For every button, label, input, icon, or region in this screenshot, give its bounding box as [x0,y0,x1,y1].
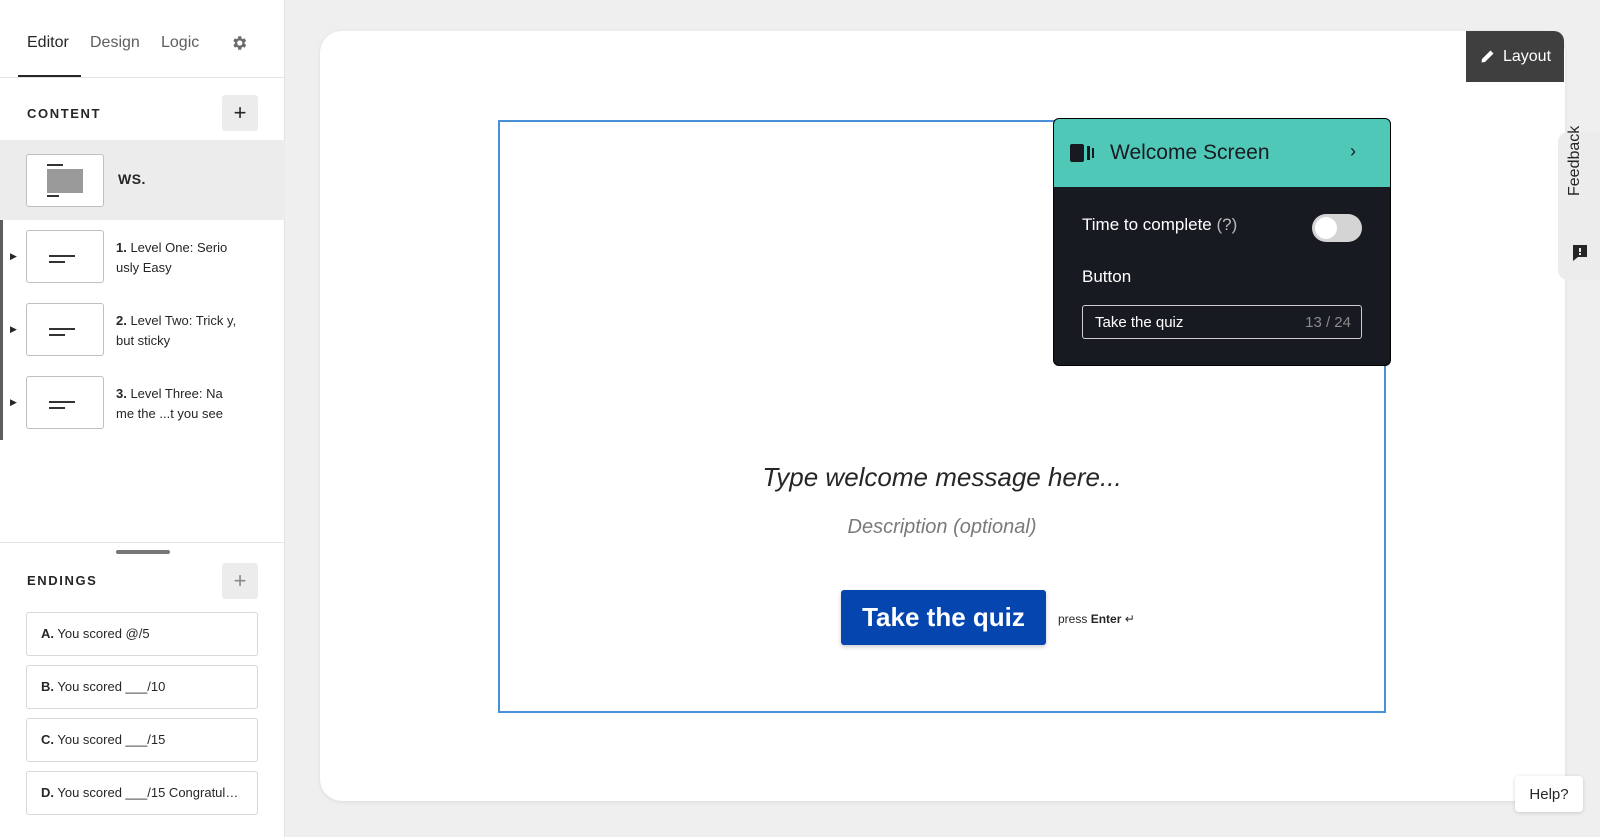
question-item-3[interactable]: ▶ 3. Level Three: Na me the ...t you see [0,366,285,438]
take-quiz-button[interactable]: Take the quiz [841,590,1046,645]
tab-design[interactable]: Design [90,34,140,52]
statement-thumbnail [26,230,104,283]
statement-thumbnail [26,303,104,356]
section-divider [0,542,285,543]
toggle-knob [1315,217,1337,239]
ending-item[interactable]: C. You scored ___/15 [26,718,258,762]
time-to-complete-label: Time to complete (?) [1082,215,1238,234]
tab-editor[interactable]: Editor [27,34,69,52]
welcome-screen-icon [1070,144,1094,162]
expand-arrow-icon[interactable]: ▶ [10,251,17,262]
sidebar-tabs: Editor Design Logic [0,0,285,78]
button-text-input[interactable]: Take the quiz 13 / 24 [1082,305,1362,339]
ending-item[interactable]: D. You scored ___/15 Congratula... [26,771,258,815]
time-to-complete-toggle[interactable] [1312,214,1362,242]
layout-button[interactable]: Layout [1466,31,1564,82]
statement-thumbnail [26,376,104,429]
question-title: 2. Level Two: Trick y, but sticky [116,313,237,348]
button-section-label: Button [1082,267,1132,286]
ending-item[interactable]: A. You scored @/5 [26,612,258,656]
gear-icon[interactable] [230,34,248,52]
question-item-1[interactable]: ▶ 1. Level One: Serio usly Easy [0,220,285,292]
feedback-label: Feedback [1566,125,1583,196]
welcome-screen-settings-popover: Welcome Screen › Time to complete (?) Bu… [1053,118,1391,366]
layout-button-label: Layout [1502,47,1552,65]
press-enter-hint: press Enter ↵ [1058,612,1135,626]
button-text-value: Take the quiz [1095,314,1184,331]
endings-section-label: ENDINGS [27,573,98,588]
tab-logic[interactable]: Logic [161,34,199,52]
resize-handle[interactable] [116,550,170,554]
welcome-screen-thumbnail [26,154,104,207]
question-title: 1. Level One: Serio usly Easy [116,240,228,275]
ending-item[interactable]: B. You scored ___/10 [26,665,258,709]
sidebar: Editor Design Logic CONTENT + WS. ▶ 1. L… [0,0,285,837]
welcome-description[interactable]: Description (optional) [498,516,1386,539]
expand-arrow-icon[interactable]: ▶ [10,324,17,335]
add-content-button[interactable]: + [222,95,258,131]
welcome-screen-label: WS. [118,171,146,187]
character-count: 13 / 24 [1305,314,1351,331]
popover-header[interactable]: Welcome Screen › [1054,119,1390,187]
popover-title: Welcome Screen [1110,141,1270,164]
content-section-label: CONTENT [27,106,102,121]
add-ending-button[interactable]: + [222,563,258,599]
feedback-icon [1573,245,1587,261]
pencil-icon [1481,50,1494,62]
expand-arrow-icon[interactable]: ▶ [10,397,17,408]
welcome-message[interactable]: Type welcome message here... [498,462,1386,493]
enter-key-icon: ↵ [1124,612,1135,626]
chevron-right-icon[interactable]: › [1350,141,1356,162]
question-title: 3. Level Three: Na me the ...t you see [116,386,223,421]
help-hint[interactable]: (?) [1216,215,1237,234]
question-item-2[interactable]: ▶ 2. Level Two: Trick y, but sticky [0,293,285,365]
active-tab-underline [18,75,81,77]
image-placeholder-icon [47,169,83,193]
help-button[interactable]: Help? [1515,776,1583,812]
